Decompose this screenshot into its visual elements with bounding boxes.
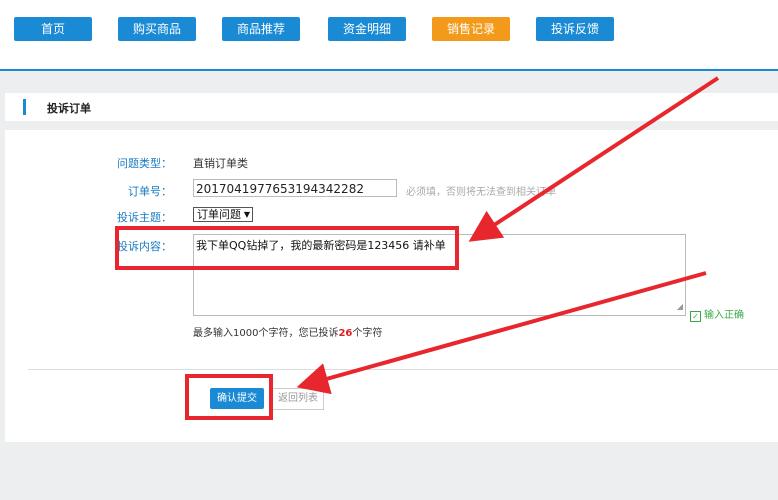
top-navigation: 首页 购买商品 商品推荐 资金明细 销售记录 投诉反馈 [0, 0, 778, 70]
check-icon: ✓ [690, 311, 701, 322]
section-marker [23, 99, 26, 115]
nav-buy-products[interactable]: 购买商品 [118, 17, 196, 41]
section-title: 投诉订单 [47, 102, 91, 115]
nav-sales-records[interactable]: 销售记录 [432, 17, 510, 41]
topic-select[interactable]: 订单问题 ▼ [193, 207, 253, 222]
char-count-suffix: 个字符 [352, 328, 383, 339]
nav-home[interactable]: 首页 [14, 17, 92, 41]
back-to-list-button[interactable]: 返回列表 [272, 388, 324, 410]
complaint-content-text: 我下单QQ钻掉了，我的最新密码是123456 请补单 [196, 239, 446, 252]
topic-label: 投诉主题： [117, 211, 172, 224]
complaint-content-textarea[interactable]: 我下单QQ钻掉了，我的最新密码是123456 请补单 ◢ [193, 234, 686, 316]
content-label: 投诉内容： [117, 240, 172, 253]
nav-complaints[interactable]: 投诉反馈 [536, 17, 614, 41]
order-number-input[interactable]: 20170419776531943422​82 [193, 179, 397, 197]
form-divider [28, 369, 778, 370]
topic-select-value: 订单问题 [197, 208, 241, 221]
char-count-number: 26 [338, 328, 353, 339]
validation-text: 输入正确 [704, 310, 744, 321]
nav-funds[interactable]: 资金明细 [328, 17, 406, 41]
char-count: 最多输入1000个字符，您已投诉26个字符 [193, 324, 382, 339]
nav-recommended[interactable]: 商品推荐 [222, 17, 300, 41]
type-value: 直销订单类 [193, 157, 248, 170]
resize-handle-icon[interactable]: ◢ [677, 300, 683, 314]
validation-status: ✓ 输入正确 [690, 306, 744, 322]
type-label: 问题类型： [117, 157, 172, 170]
submit-button[interactable]: 确认提交 [210, 388, 264, 409]
section-header: 投诉订单 [5, 93, 778, 121]
order-label: 订单号： [128, 185, 172, 198]
dropdown-caret-icon: ▼ [243, 210, 250, 219]
char-count-prefix: 最多输入1000个字符，您已投诉 [193, 328, 339, 339]
order-hint: 必须填，否则将无法查到相关订单 [406, 187, 556, 198]
